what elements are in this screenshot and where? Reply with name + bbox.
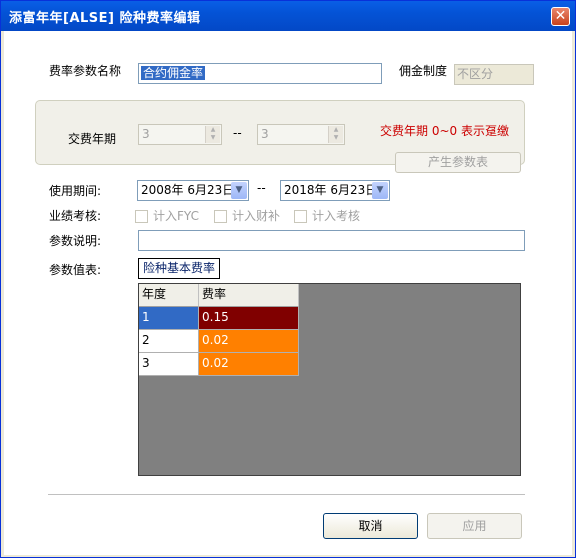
dialog-body: 费率参数名称 合约佣金率 佣金制度 不区分 交费年期 3 ▲ ▼ -- 3 ▲ ▼ … xyxy=(4,31,572,555)
param-table-label: 参数值表: xyxy=(49,263,102,277)
commission-system-label: 佣金制度 xyxy=(399,64,448,78)
window-title: 添富年年[ALSE] 险种费率编辑 xyxy=(9,11,201,26)
checkbox-fyc[interactable]: 计入FYC xyxy=(135,207,199,224)
payment-from-value: 3 xyxy=(142,127,150,141)
grid-cell-year[interactable]: 2 xyxy=(139,330,199,353)
title-bar[interactable]: 添富年年[ALSE] 险种费率编辑 ✕ xyxy=(1,1,575,31)
date-range-separator: -- xyxy=(257,181,266,195)
checkbox-subsidy[interactable]: 计入财补 xyxy=(214,207,280,224)
rate-grid[interactable]: 年度 费率 1 0.15 2 0.02 3 0.02 xyxy=(138,283,521,476)
checkbox-subsidy-label: 计入财补 xyxy=(232,209,281,223)
spinner-arrows-icon[interactable]: ▲ ▼ xyxy=(328,126,343,143)
footer-divider xyxy=(48,494,525,496)
param-desc-label: 参数说明: xyxy=(49,234,102,248)
date-from-picker[interactable]: 2008年 6月23日 ▼ xyxy=(137,180,249,201)
grid-cell-rate[interactable]: 0.15 xyxy=(199,307,299,330)
grid-cell-year[interactable]: 3 xyxy=(139,353,199,376)
checkbox-fyc-label: 计入FYC xyxy=(153,209,199,223)
grid-cell-year[interactable]: 1 xyxy=(139,307,199,330)
date-to-value: 2018年 6月23日 xyxy=(284,183,378,197)
payment-period-label: 交费年期 xyxy=(68,132,117,146)
date-to-picker[interactable]: 2018年 6月23日 ▼ xyxy=(280,180,390,201)
grid-header-year[interactable]: 年度 xyxy=(139,284,199,307)
rate-param-name-label: 费率参数名称 xyxy=(49,64,122,78)
rate-param-name-value: 合约佣金率 xyxy=(141,66,206,80)
checkbox-review[interactable]: 计入考核 xyxy=(294,207,360,224)
checkbox-icon xyxy=(135,210,148,223)
param-desc-input[interactable] xyxy=(138,230,525,251)
grid-header-rate[interactable]: 费率 xyxy=(199,284,299,307)
date-from-value: 2008年 6月23日 xyxy=(141,183,235,197)
commission-system-select[interactable]: 不区分 xyxy=(454,64,534,85)
payment-range-separator: -- xyxy=(233,126,242,140)
generate-table-button[interactable]: 产生参数表 xyxy=(395,152,521,173)
checkbox-review-label: 计入考核 xyxy=(312,209,361,223)
cancel-button[interactable]: 取消 xyxy=(323,513,418,539)
perf-review-label: 业绩考核: xyxy=(49,209,102,223)
payment-to-value: 3 xyxy=(261,127,269,141)
spinner-arrows-icon[interactable]: ▲ ▼ xyxy=(205,126,220,143)
grid-cell-rate[interactable]: 0.02 xyxy=(199,330,299,353)
checkbox-icon xyxy=(294,210,307,223)
usage-period-label: 使用期间: xyxy=(49,184,102,198)
chevron-down-icon[interactable]: ▼ xyxy=(372,182,388,199)
chevron-down-icon[interactable]: ▼ xyxy=(231,182,247,199)
checkbox-icon xyxy=(214,210,227,223)
table-tab-basic-rate[interactable]: 险种基本费率 xyxy=(138,258,221,279)
grid-cell-rate[interactable]: 0.02 xyxy=(199,353,299,376)
commission-system-value: 不区分 xyxy=(457,67,494,81)
rate-param-name-input[interactable]: 合约佣金率 xyxy=(138,63,382,84)
close-icon: ✕ xyxy=(554,8,567,24)
payment-period-hint: 交费年期 0~0 表示趸缴 xyxy=(380,124,509,138)
payment-from-spinner[interactable]: 3 ▲ ▼ xyxy=(138,124,222,145)
close-button[interactable]: ✕ xyxy=(551,7,570,26)
apply-button[interactable]: 应用 xyxy=(427,513,522,539)
payment-to-spinner[interactable]: 3 ▲ ▼ xyxy=(257,124,345,145)
dialog-window: 添富年年[ALSE] 险种费率编辑 ✕ 费率参数名称 合约佣金率 佣金制度 不区… xyxy=(0,0,576,558)
